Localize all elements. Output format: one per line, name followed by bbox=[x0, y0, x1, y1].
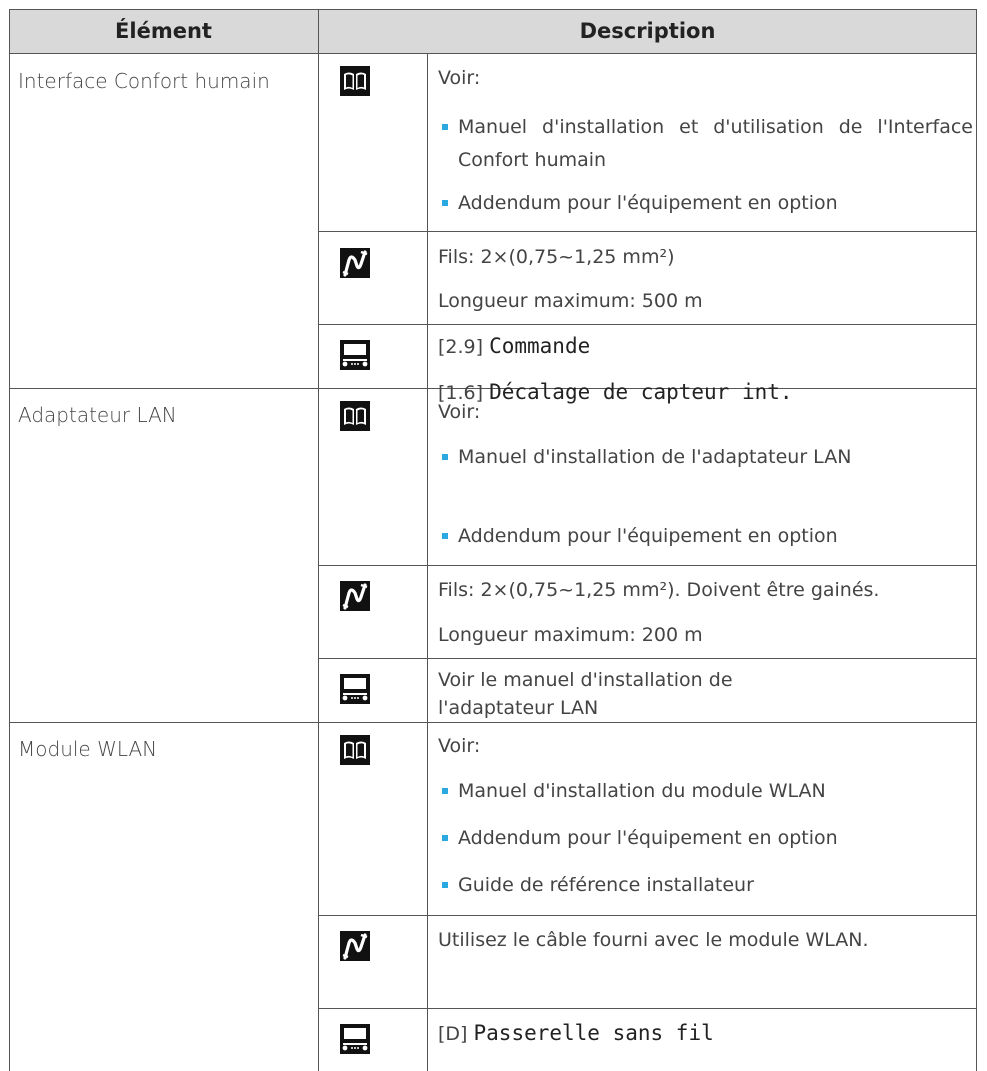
book-icon bbox=[340, 401, 370, 431]
setting-line: [2.9] Commande bbox=[438, 332, 973, 361]
bullet-marker bbox=[442, 454, 448, 460]
border-top bbox=[9, 9, 977, 10]
header-element: Élément bbox=[9, 9, 318, 53]
list-item-text: Manuel d'installation du module WLAN bbox=[458, 780, 826, 802]
wire-spec: Fils: 2×(0,75~1,25 mm²). Doivent être ga… bbox=[438, 579, 880, 601]
setting-line: [1.6] Décalage de capteur int. bbox=[438, 378, 793, 407]
element-name: Adaptateur LAN bbox=[18, 403, 177, 427]
cable-icon bbox=[340, 248, 370, 278]
bullet-marker bbox=[442, 788, 448, 794]
bullet-marker bbox=[442, 835, 448, 841]
row-divider bbox=[9, 722, 977, 723]
list-item-text: Manuel d'installation de l'adaptateur LA… bbox=[458, 446, 852, 468]
subrow-divider bbox=[318, 565, 977, 566]
setting-text: l'adaptateur LAN bbox=[438, 697, 599, 719]
wire-length: Longueur maximum: 200 m bbox=[438, 624, 703, 646]
subrow-divider bbox=[318, 231, 977, 232]
manual-intro: Voir: bbox=[438, 67, 481, 89]
setting-code: [2.9] bbox=[438, 336, 484, 358]
cable-icon bbox=[340, 581, 370, 611]
list-item-text: Addendum pour l'équipement en option bbox=[458, 827, 838, 849]
setting-text: Voir le manuel d'installation de bbox=[438, 669, 733, 691]
list-item-text: Manuel d'installation et d'utilisation d… bbox=[458, 116, 973, 171]
remote-controller-icon bbox=[340, 674, 370, 704]
list-item-text: Addendum pour l'équipement en option bbox=[458, 525, 838, 547]
list-item: Addendum pour l'équipement en option bbox=[438, 822, 973, 855]
wire-length: Longueur maximum: 500 m bbox=[438, 290, 703, 312]
setting-name: Commande bbox=[489, 334, 591, 358]
list-item: Addendum pour l'équipement en option bbox=[438, 520, 973, 553]
list-item: Manuel d'installation du module WLAN bbox=[438, 775, 973, 808]
subrow-divider bbox=[318, 658, 977, 659]
remote-controller-icon bbox=[340, 340, 370, 370]
remote-controller-icon bbox=[340, 1024, 370, 1054]
wire-spec: Utilisez le câble fourni avec le module … bbox=[438, 929, 869, 951]
list-item: Manuel d'installation de l'adaptateur LA… bbox=[438, 441, 973, 474]
subrow-divider bbox=[318, 1008, 977, 1009]
wire-spec: Fils: 2×(0,75~1,25 mm²) bbox=[438, 246, 675, 268]
element-name: Module WLAN bbox=[18, 737, 158, 761]
setting-code: [D] bbox=[438, 1023, 468, 1045]
border-right bbox=[976, 9, 977, 1071]
setting-line: [D] Passerelle sans fil bbox=[438, 1019, 973, 1048]
book-icon bbox=[340, 66, 370, 96]
column-divider bbox=[318, 9, 319, 1071]
book-icon bbox=[340, 735, 370, 765]
cable-icon bbox=[340, 931, 370, 961]
manual-intro: Voir: bbox=[438, 735, 481, 757]
bullet-marker bbox=[442, 533, 448, 539]
header-description: Description bbox=[318, 9, 977, 53]
bullet-marker bbox=[442, 200, 448, 206]
bullet-marker bbox=[442, 124, 448, 130]
setting-name: Passerelle sans fil bbox=[473, 1021, 714, 1045]
icon-column-divider bbox=[427, 53, 428, 1071]
bullet-marker bbox=[442, 882, 448, 888]
subrow-divider bbox=[318, 324, 977, 325]
list-item-text: Guide de référence installateur bbox=[458, 874, 754, 896]
setting-code: [1.6] bbox=[438, 382, 484, 404]
setting-name: Décalage de capteur int. bbox=[489, 380, 793, 404]
list-item-text: Addendum pour l'équipement en option bbox=[458, 192, 838, 214]
subrow-divider bbox=[318, 915, 977, 916]
element-name: Interface Confort humain bbox=[18, 69, 270, 93]
list-item: Manuel d'installation et d'utilisation d… bbox=[438, 111, 973, 177]
border-left bbox=[9, 9, 10, 1071]
header-divider bbox=[9, 53, 977, 54]
table-grid: Élément Description Interface Confort hu… bbox=[9, 9, 977, 1071]
list-item: Guide de référence installateur bbox=[438, 869, 973, 902]
list-item: Addendum pour l'équipement en option bbox=[438, 187, 973, 220]
